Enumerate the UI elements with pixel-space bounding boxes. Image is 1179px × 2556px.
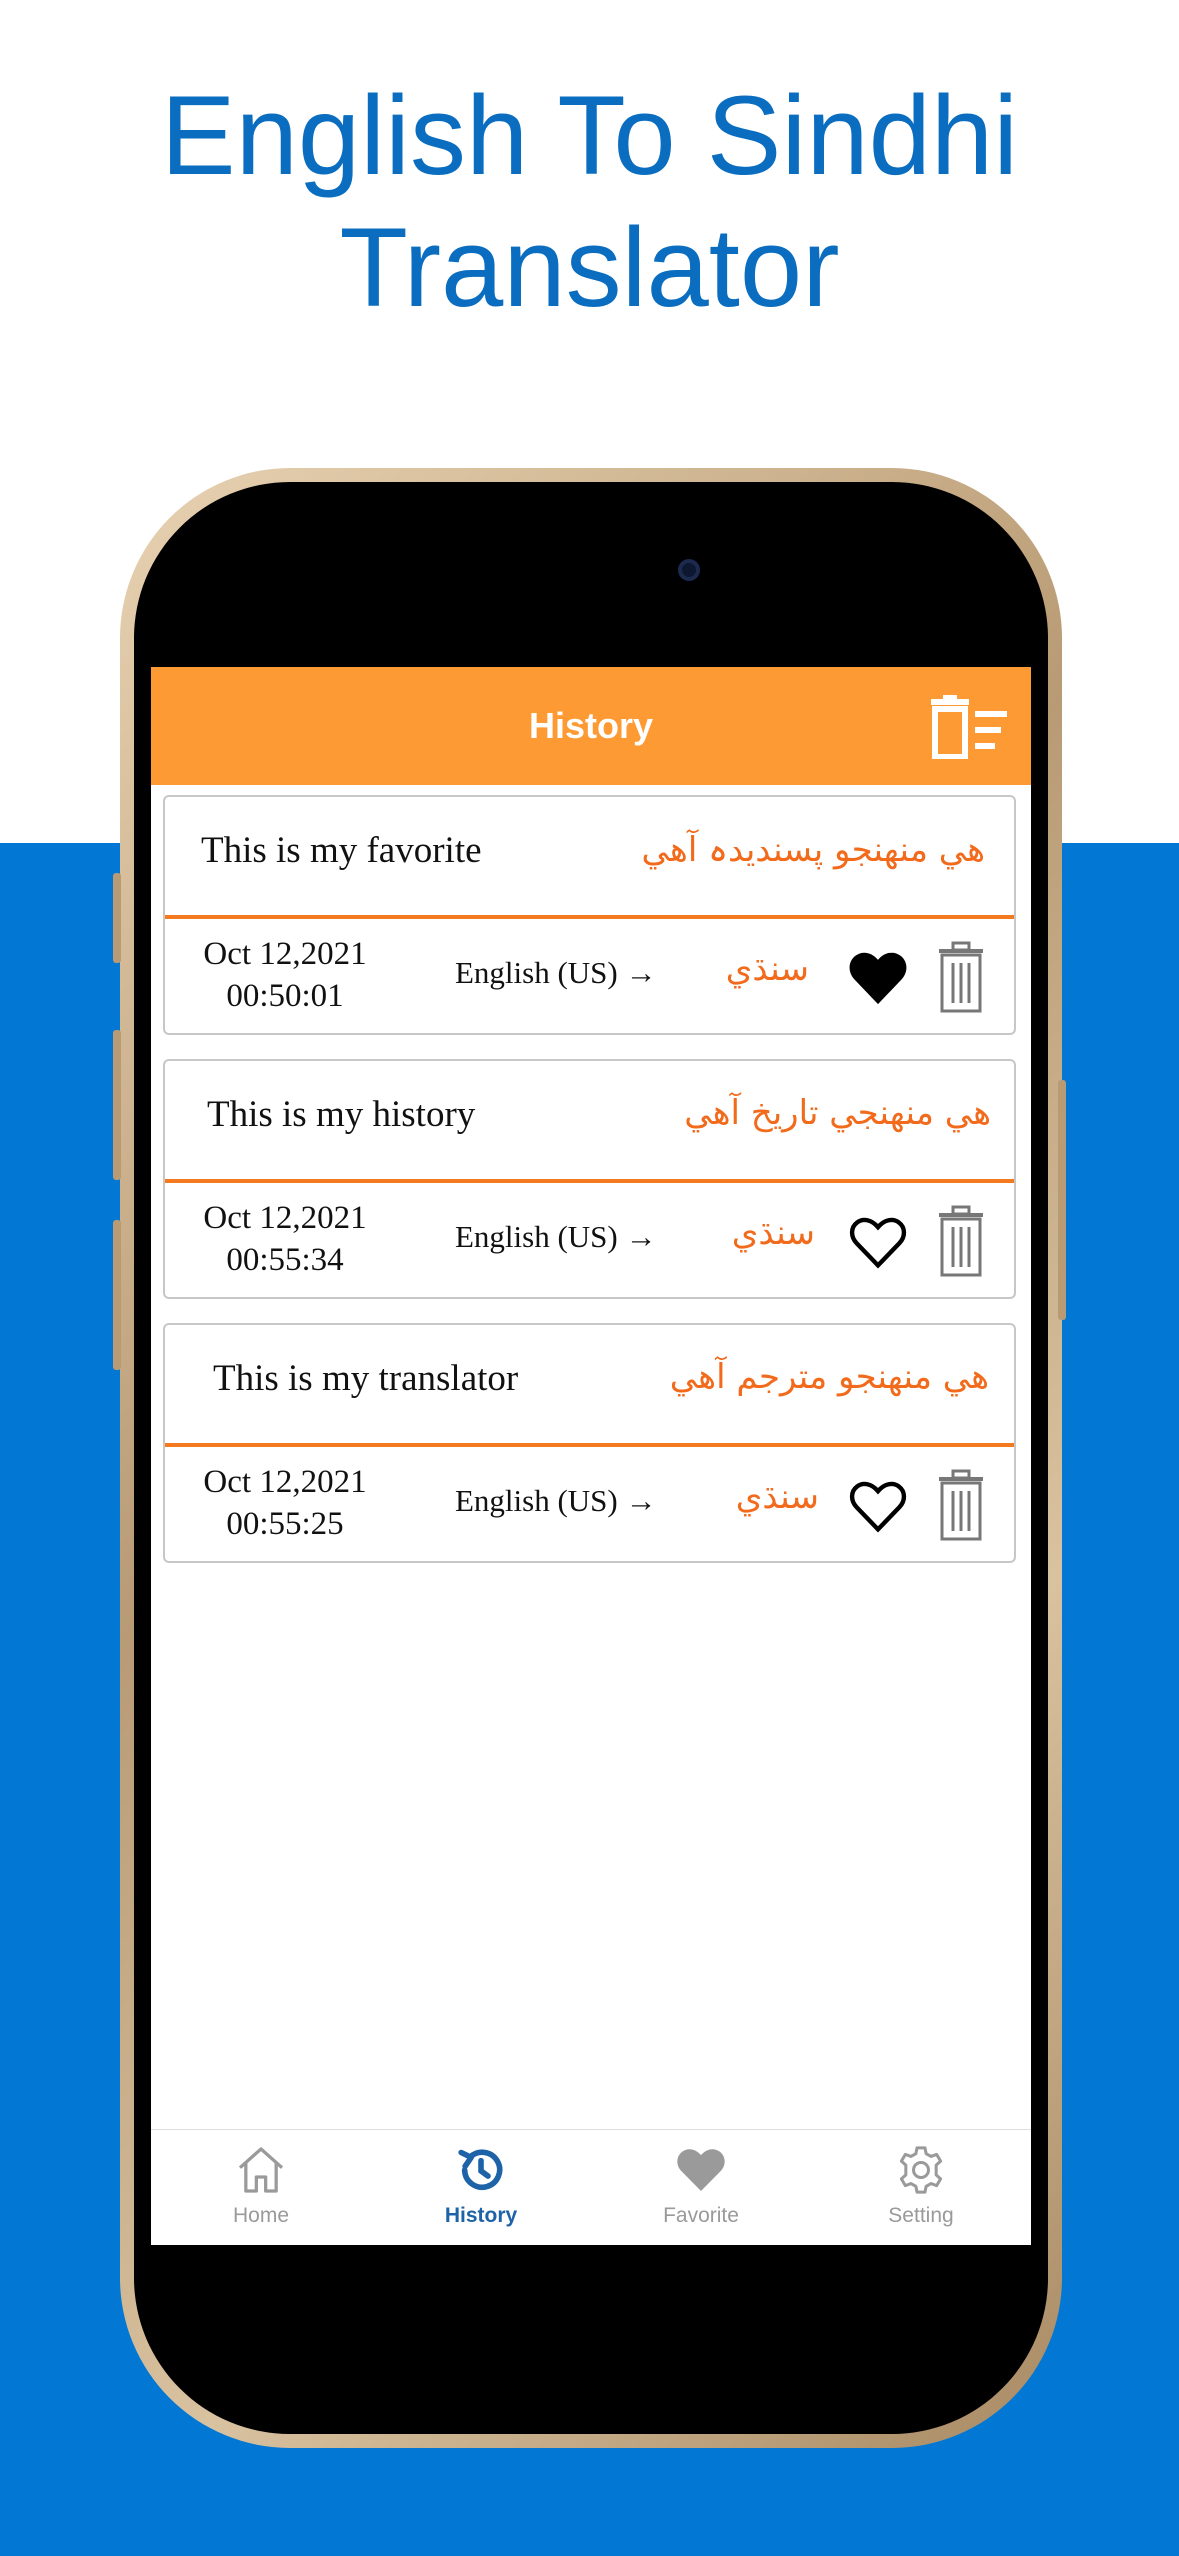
timestamp: Oct 12,2021 00:55:34 (185, 1197, 385, 1281)
front-camera (678, 559, 700, 581)
nav-label-favorite: Favorite (663, 2204, 739, 2227)
date-text: Oct 12,2021 (203, 1200, 367, 1236)
heart-outline-icon (849, 1217, 907, 1269)
history-card[interactable]: This is my history ھي منھنجي تاريخ آھي O… (163, 1059, 1016, 1299)
promo-headline: English To Sindhi Translator (0, 70, 1179, 334)
date-text: Oct 12,2021 (203, 936, 367, 972)
nav-item-home[interactable]: Home (151, 2130, 371, 2245)
history-card[interactable]: This is my translator ھي منھنجو مترجم آھ… (163, 1323, 1016, 1563)
heart-icon (677, 2149, 725, 2191)
page-title: History (528, 705, 654, 746)
delete-button[interactable] (935, 941, 987, 1013)
history-icon (458, 2149, 503, 2191)
translated-text: ھي منھنجو مترجم آھي (669, 1357, 989, 1397)
nav-item-history[interactable]: History (371, 2130, 591, 2245)
history-card[interactable]: This is my favorite ھي منھنجو پسنديدہ آھ… (163, 795, 1016, 1035)
nav-item-favorite[interactable]: Favorite (591, 2130, 811, 2245)
card-divider (165, 915, 1014, 919)
trash-icon (939, 1205, 983, 1277)
trash-icon (939, 941, 983, 1013)
bottom-nav: Home History Favorite Setting (151, 2129, 1031, 2245)
favorite-button[interactable] (845, 1473, 911, 1539)
trash-icon (939, 1469, 983, 1541)
delete-all-icon (931, 695, 1007, 760)
app-screen: History This is my favorite ھي منھنجو پس… (151, 667, 1031, 2245)
target-language: سنڌي (725, 949, 809, 989)
phone-button (113, 1220, 121, 1370)
delete-all-button[interactable] (927, 695, 1011, 760)
gear-icon (899, 2146, 943, 2194)
translated-text: ھي منھنجي تاريخ آھي (684, 1093, 991, 1133)
headline-line-1: English To Sindhi (160, 73, 1019, 198)
source-text: This is my history (207, 1094, 476, 1135)
source-text: This is my favorite (201, 830, 482, 871)
heart-outline-icon (849, 1481, 907, 1533)
phone-button (1058, 1080, 1066, 1320)
nav-label-home: Home (232, 2204, 290, 2227)
phone-button (113, 873, 121, 963)
card-divider (165, 1179, 1014, 1183)
time-text: 00:55:34 (226, 1242, 344, 1278)
heart-filled-icon (849, 952, 907, 1005)
time-text: 00:55:25 (226, 1506, 344, 1542)
phone-button (113, 1030, 121, 1180)
nav-label-setting: Setting (888, 2204, 954, 2227)
source-language: English (US) → (455, 1219, 657, 1254)
source-language: English (US) → (455, 1483, 657, 1518)
home-icon (238, 2147, 284, 2193)
target-language: سنڌي (735, 1477, 819, 1517)
source-text: This is my translator (213, 1358, 519, 1399)
delete-button[interactable] (935, 1205, 987, 1277)
time-text: 00:50:01 (226, 978, 344, 1014)
translated-text: ھي منھنجو پسنديدہ آھي (641, 830, 985, 870)
top-bar: History (151, 667, 1031, 785)
favorite-button[interactable] (845, 945, 911, 1011)
target-language: سنڌي (731, 1213, 815, 1253)
nav-label-history: History (444, 2204, 518, 2227)
source-language: English (US) → (455, 955, 657, 990)
delete-button[interactable] (935, 1469, 987, 1541)
card-divider (165, 1443, 1014, 1447)
headline-line-2: Translator (339, 205, 840, 330)
date-text: Oct 12,2021 (203, 1464, 367, 1500)
nav-item-setting[interactable]: Setting (811, 2130, 1031, 2245)
timestamp: Oct 12,2021 00:55:25 (185, 1461, 385, 1545)
timestamp: Oct 12,2021 00:50:01 (185, 933, 385, 1017)
favorite-button[interactable] (845, 1209, 911, 1275)
